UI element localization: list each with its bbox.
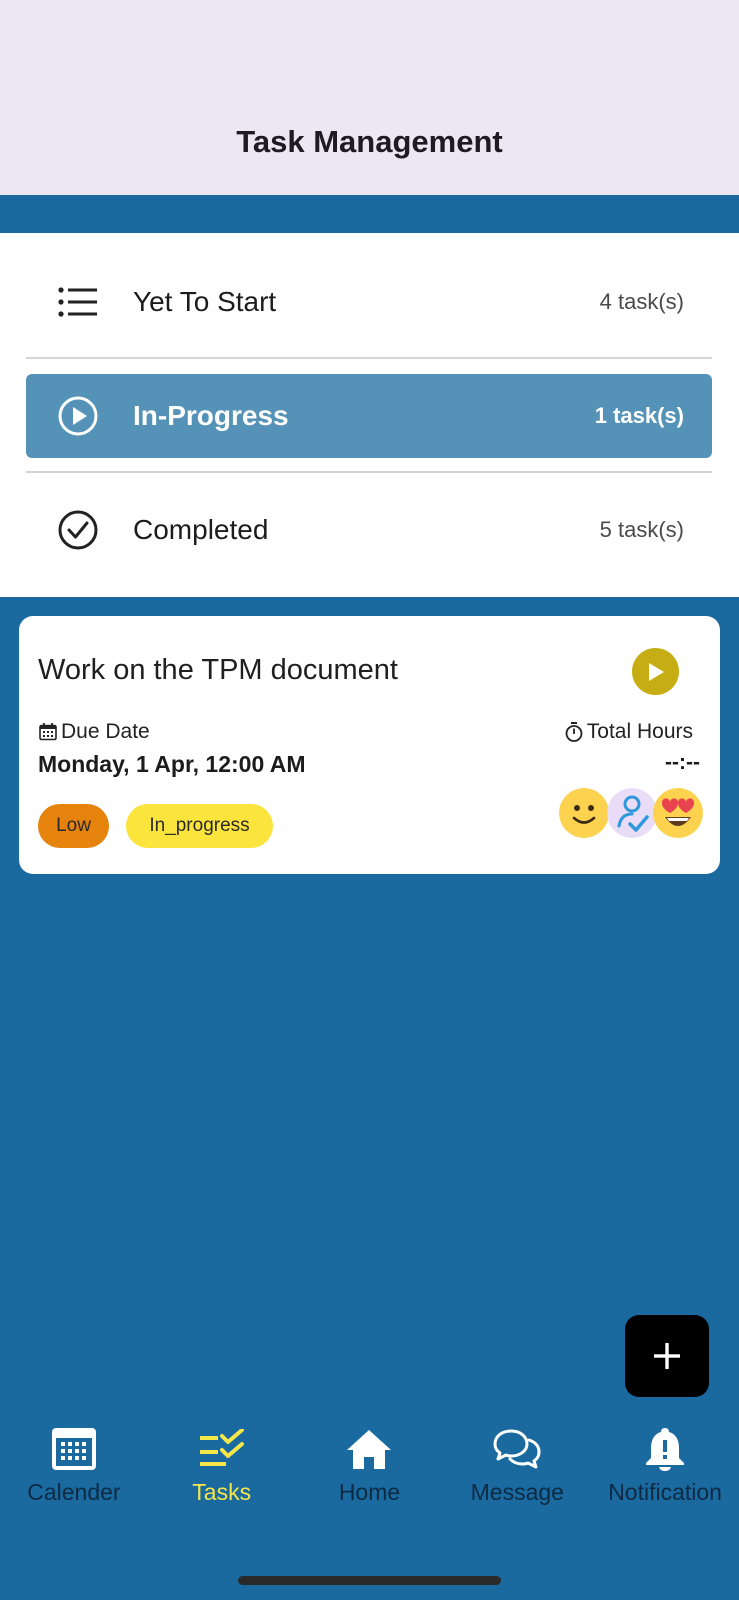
status-row-yet-to-start[interactable]: Yet To Start 4 task(s)	[26, 260, 712, 344]
check-circle-icon	[48, 500, 108, 560]
nav-item-notification[interactable]: Notification	[591, 1425, 739, 1515]
user-check-avatar	[607, 788, 657, 838]
task-title: Work on the TPM document	[38, 654, 398, 686]
add-task-button[interactable]	[625, 1315, 709, 1397]
home-indicator[interactable]	[238, 1576, 501, 1585]
status-count: 4 task(s)	[599, 289, 684, 314]
nav-item-home[interactable]: Home	[296, 1425, 444, 1515]
play-icon	[648, 662, 664, 681]
bottom-navigation: Calender Tasks Home Message Notification	[0, 1425, 739, 1515]
heart-eyes-emoji-avatar	[653, 788, 703, 838]
due-date-value: Monday, 1 Apr, 12:00 AM	[38, 751, 306, 777]
nav-label: Calender	[27, 1479, 121, 1505]
divider	[26, 357, 712, 359]
due-date-label: Due Date	[38, 720, 150, 744]
tasks-icon	[198, 1425, 246, 1473]
bell-icon	[641, 1425, 689, 1473]
nav-label: Home	[338, 1479, 401, 1505]
nav-label: Notification	[608, 1479, 722, 1505]
total-hours-text: Total Hours	[586, 720, 693, 743]
stopwatch-icon	[565, 722, 583, 742]
calendar-small-icon	[39, 723, 57, 741]
app-header: Task Management	[0, 0, 739, 195]
total-hours-label: Total Hours	[564, 720, 693, 744]
status-count: 5 task(s)	[599, 517, 684, 542]
status-tag: In_progress	[126, 804, 273, 848]
due-date-text: Due Date	[61, 720, 150, 743]
status-count: 1 task(s)	[594, 403, 684, 428]
plus-icon	[654, 1343, 680, 1369]
task-card[interactable]: Work on the TPM document Due Date Monday…	[19, 616, 720, 874]
nav-item-message[interactable]: Message	[443, 1425, 591, 1515]
divider	[26, 471, 712, 473]
message-icon	[493, 1425, 541, 1473]
status-row-completed[interactable]: Completed 5 task(s)	[26, 488, 712, 572]
assignee-avatars	[559, 788, 703, 838]
status-label: In-Progress	[133, 400, 289, 431]
nav-label: Tasks	[192, 1479, 252, 1505]
status-label: Completed	[133, 514, 269, 545]
nav-label: Message	[470, 1479, 564, 1505]
status-row-in-progress[interactable]: In-Progress 1 task(s)	[26, 374, 712, 458]
calendar-icon	[50, 1425, 98, 1473]
list-icon	[48, 272, 108, 332]
start-task-button[interactable]	[632, 648, 679, 695]
play-circle-icon	[48, 386, 108, 446]
status-label: Yet To Start	[133, 286, 277, 317]
priority-tag: Low	[38, 804, 109, 848]
nav-item-calendar[interactable]: Calender	[0, 1425, 148, 1515]
total-hours-value: --:--	[665, 751, 700, 774]
page-title: Task Management	[236, 124, 503, 159]
home-icon	[345, 1425, 393, 1473]
nav-item-tasks[interactable]: Tasks	[148, 1425, 296, 1515]
smiley-emoji-avatar	[559, 788, 609, 838]
